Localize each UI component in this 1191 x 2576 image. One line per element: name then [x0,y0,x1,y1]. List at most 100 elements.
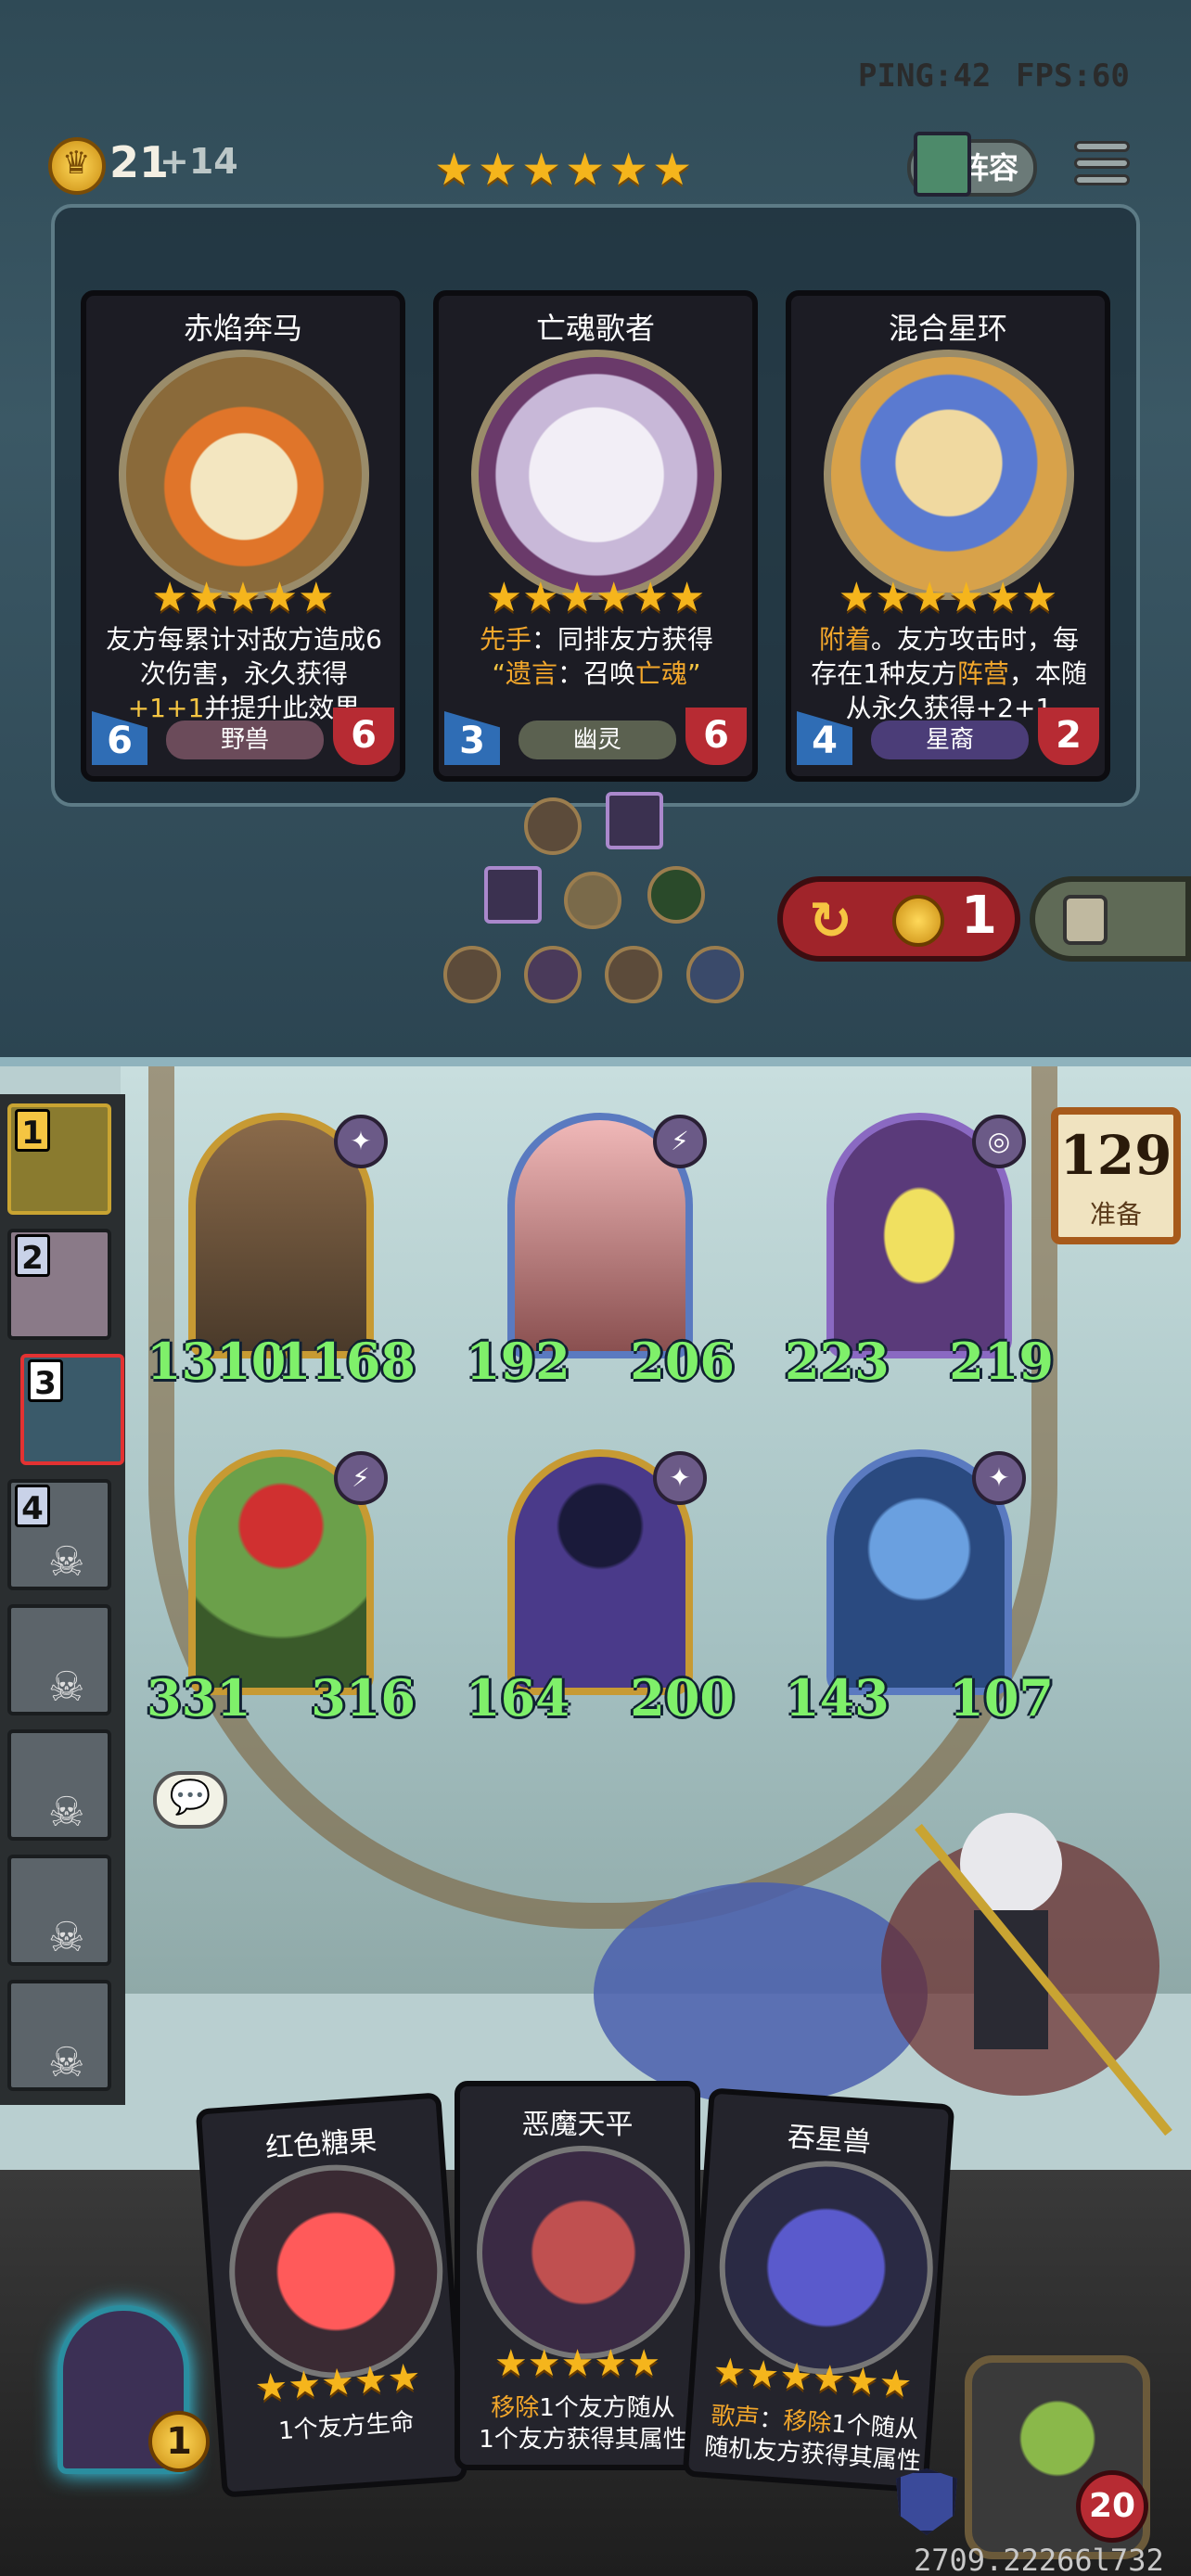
leaderboard-player[interactable]: 1 [7,1103,111,1215]
skull-icon: ☠ [48,1538,85,1586]
tribe-badge-icon: ◎ [972,1115,1026,1168]
card-name: 混合星环 [888,311,1007,346]
board-minion[interactable]: ⚡ 192 206 [466,1113,735,1391]
card-description: 1个友方生命 [277,2408,416,2446]
trinket-item[interactable] [605,946,662,1003]
card-stars: ★★★★★ [493,2342,661,2385]
menu-icon[interactable] [1074,141,1130,193]
player-rank: 2 [15,1234,50,1277]
tribe-badge-icon: ⚡ [334,1451,388,1505]
turn-timer: 129 准备 [1051,1107,1181,1244]
minion-attack: 192 [466,1332,570,1391]
reroll-button[interactable]: ↻ 1 [777,876,1020,962]
hand-card[interactable]: 吞星兽 ★★★★★★ 歌声：移除1个随从 随机友方获得其属性 [682,2087,955,2493]
player-health: 20 [1076,2470,1148,2543]
board-minion[interactable]: ✦ 164 200 [466,1449,735,1728]
shop-card[interactable]: 赤焰奔马 ★★★★★ 友方每累计对敌方造成6次伤害，永久获得 +1+1并提升此效… [81,290,405,782]
player-rank: 3 [28,1359,63,1402]
spellbook-button[interactable]: 1 [58,2305,210,2474]
shop-card[interactable]: 亡魂歌者 ★★★★★★ 先手：同排友方获得 “遗言：召唤亡魂” 3 幽灵 6 [433,290,758,782]
leaderboard-player-eliminated[interactable]: ☠ [7,1980,111,2091]
tribe-label: 野兽 [166,721,324,759]
card-name: 亡魂歌者 [535,311,655,346]
health-value: 6 [333,708,394,765]
tribe-badge-icon: ✦ [334,1115,388,1168]
ping-indicator: PING:42 [858,57,992,95]
build-version: 2709.22266l732 [914,2543,1164,2576]
board-minion[interactable]: ✦ 1310 1168 [147,1113,416,1391]
hand-card[interactable]: 恶魔天平 ★★★★★ 移除1个友方随从 1个友方获得其属性 [455,2081,700,2470]
card-description: 先手：同排友方获得 “遗言：召唤亡魂” [479,624,714,689]
tavern-tier-stars: ★★★★★★ [434,144,697,196]
tribe-label: 幽灵 [519,721,676,759]
card-stars: ★★★★★★ [711,2350,914,2407]
timer-value: 129 [1059,1124,1172,1187]
tribe-badge-icon: ✦ [653,1451,707,1505]
card-name: 吞星兽 [786,2121,872,2160]
card-art-fire-horse [119,350,369,600]
lock-icon [1063,895,1108,945]
minion-attack: 1310 [147,1332,287,1391]
board-minion[interactable]: ◎ 223 219 [785,1113,1054,1391]
skull-icon: ☠ [48,2039,85,2086]
demon-scale-art [477,2146,690,2359]
card-name: 恶魔天平 [521,2109,634,2141]
freeze-shop-button[interactable] [1030,876,1191,962]
tribe-badge-icon: ⚡ [653,1115,707,1168]
trinket-item[interactable] [443,946,501,1003]
card-name: 红色糖果 [264,2124,378,2165]
gold-icon [48,137,106,195]
leaderboard-player-eliminated[interactable]: ☠ [7,1855,111,1966]
board-minion[interactable]: ✦ 143 107 [785,1449,1054,1728]
minion-health: 206 [630,1332,735,1391]
spellbook-count: 1 [148,2411,210,2472]
attack-value: 3 [444,711,500,765]
minion-attack: 223 [785,1332,890,1391]
health-value: 2 [1038,708,1099,765]
minion-attack: 164 [466,1668,570,1728]
card-name: 赤焰奔马 [183,311,302,346]
card-art-star-ring [824,350,1074,600]
leaderboard-player-current[interactable]: 3 [20,1354,124,1465]
card-description: 歌声：移除1个随从 随机友方获得其属性 [703,2402,922,2477]
reroll-cost: 1 [961,886,997,946]
skull-icon: ☠ [48,1914,85,1961]
player-leaderboard: 1 2 3 4 ☠ ☠ ☠ ☠ ☠ [0,1094,125,2105]
card-stars: ★★★★★ [253,2355,423,2410]
minion-attack: 143 [785,1668,890,1728]
board-minion[interactable]: ⚡ 331 316 [147,1449,416,1728]
skull-icon: ☠ [48,1664,85,1711]
shop-card[interactable]: 混合星环 ★★★★★★ 附着。友方攻击时，每存在1种友方阵营，本随从永久获得+2… [786,290,1110,782]
trinket-item[interactable] [686,946,744,1003]
trinket-item[interactable] [484,866,542,924]
gold-coin-icon [892,895,944,947]
leaderboard-player[interactable]: 2 [7,1229,111,1340]
leaderboard-player-eliminated[interactable]: 4 ☠ [7,1479,111,1590]
minion-health: 200 [630,1668,735,1728]
book-icon [914,132,971,197]
gold-income: +14 [160,141,238,182]
timer-label: 准备 [1089,1199,1142,1230]
minion-health: 107 [949,1668,1054,1728]
minion-health: 316 [311,1668,416,1728]
refresh-icon: ↻ [809,891,852,951]
chat-icon[interactable]: 💬 [153,1771,227,1829]
minion-attack: 331 [147,1668,251,1728]
star-devourer-art [711,2153,941,2382]
fps-indicator: FPS:60 [1016,57,1130,95]
trinket-item[interactable] [647,866,705,924]
trinket-item[interactable] [524,797,582,855]
health-value: 6 [685,708,747,765]
hand-card[interactable]: 红色糖果 ★★★★★ 1个友方生命 [195,2092,468,2498]
shop-panel: PING:42 FPS:60 21 +14 ★★★★★★ 阵容 赤焰奔马 ★★★… [0,0,1191,1066]
tribe-badge-icon: ✦ [972,1451,1026,1505]
minion-health: 219 [949,1332,1054,1391]
leaderboard-player-eliminated[interactable]: ☠ [7,1729,111,1841]
card-stars: ★★★★★★ [838,574,1058,621]
leaderboard-player-eliminated[interactable]: ☠ [7,1604,111,1715]
card-art-soul-singer [471,350,722,600]
minion-health: 1168 [275,1332,416,1391]
trinket-item[interactable] [606,792,663,849]
trinket-item[interactable] [564,872,621,929]
trinket-item[interactable] [524,946,582,1003]
